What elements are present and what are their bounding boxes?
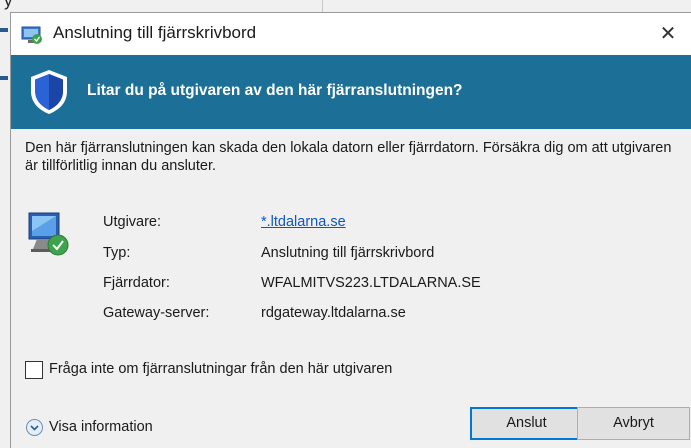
type-value: Anslutning till fjärrskrivbord <box>261 245 435 261</box>
background-mark <box>0 76 8 80</box>
publisher-link[interactable]: *.ltdalarna.se <box>261 214 346 230</box>
background-mark <box>0 28 8 32</box>
background-divider <box>322 0 323 12</box>
chevron-down-icon <box>30 425 39 431</box>
close-button[interactable]: ✕ <box>645 13 691 55</box>
remote-desktop-icon <box>21 26 42 44</box>
background-window-text: y <box>4 0 13 10</box>
dont-ask-checkbox[interactable] <box>25 361 43 379</box>
show-info-label[interactable]: Visa information <box>49 419 153 435</box>
background-left-strip <box>0 12 10 448</box>
publisher-label: Utgivare: <box>103 214 162 230</box>
warning-text: Den här fjärranslutningen kan skada den … <box>25 140 672 174</box>
trust-banner: Litar du på utgivaren av den här fjärran… <box>11 55 691 129</box>
dialog-titlebar[interactable]: Anslutning till fjärrskrivbord ✕ <box>11 13 691 55</box>
dont-ask-label[interactable]: Fråga inte om fjärranslutningar från den… <box>49 361 392 377</box>
remote-computer-icon <box>28 212 69 256</box>
remote-computer-value: WFALMITVS223.LTDALARNA.SE <box>261 275 481 291</box>
background-window-strip: y <box>0 0 691 12</box>
cancel-button[interactable]: Avbryt <box>577 407 690 440</box>
type-label: Typ: <box>103 245 131 261</box>
gateway-server-label: Gateway-server: <box>103 305 210 321</box>
show-info-toggle[interactable] <box>26 419 43 436</box>
gateway-server-value: rdgateway.ltdalarna.se <box>261 305 406 321</box>
dialog-title: Anslutning till fjärrskrivbord <box>53 23 257 42</box>
shield-icon <box>31 70 67 114</box>
rdp-trust-dialog: Anslutning till fjärrskrivbord ✕ Litar d… <box>10 12 691 448</box>
banner-question: Litar du på utgivaren av den här fjärran… <box>87 82 463 99</box>
remote-computer-label: Fjärrdator: <box>103 275 170 291</box>
close-icon: ✕ <box>659 23 677 45</box>
connect-button[interactable]: Anslut <box>470 407 583 440</box>
